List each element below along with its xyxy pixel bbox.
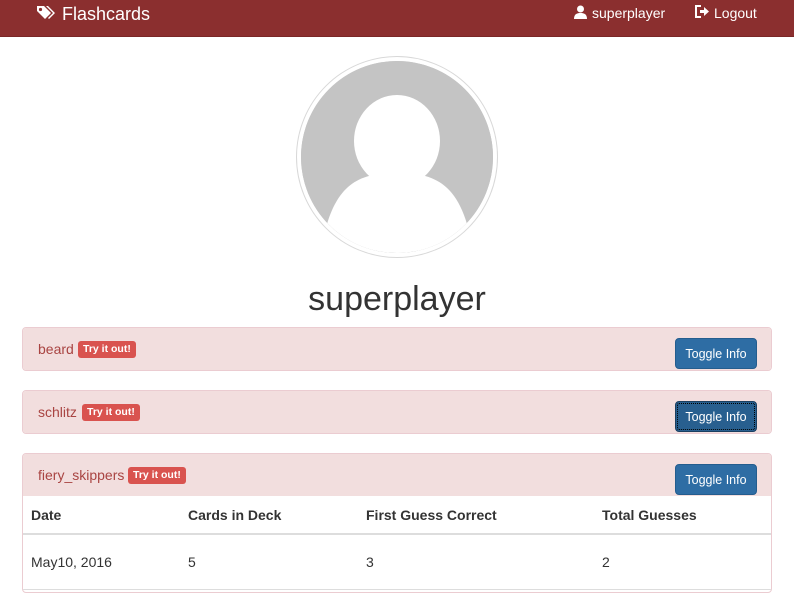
logout-link[interactable]: Logout xyxy=(695,0,757,26)
deck-name: beard xyxy=(38,341,74,357)
brand-label: Flashcards xyxy=(62,3,151,24)
navbar: Flashcards superplayer Logout xyxy=(0,0,794,37)
deck-panel-expanded: fiery_skippers Try it out! Toggle Info D… xyxy=(22,453,772,593)
deck-panel: schlitz Try it out! Toggle Info xyxy=(22,390,772,434)
logout-icon xyxy=(695,5,709,21)
toggle-info-button[interactable]: Toggle Info xyxy=(675,401,757,432)
avatar xyxy=(297,57,497,257)
nav-user-link[interactable]: superplayer xyxy=(574,0,665,26)
deck-panel-heading: schlitz Try it out! Toggle Info xyxy=(23,391,771,433)
try-it-out-badge[interactable]: Try it out! xyxy=(78,341,136,358)
deck-panel-heading: beard Try it out! Toggle Info xyxy=(23,328,771,370)
toggle-info-button[interactable]: Toggle Info xyxy=(675,464,757,495)
profile-username: superplayer xyxy=(308,280,486,318)
cell-first-guess-correct: 3 xyxy=(358,534,594,590)
cell-cards-in-deck: 5 xyxy=(180,534,358,590)
cell-date: May10, 2016 xyxy=(23,534,180,590)
logout-label: Logout xyxy=(714,5,757,21)
nav-user-label: superplayer xyxy=(592,5,666,21)
cell-total-guesses: 2 xyxy=(594,534,771,590)
column-header-first-guess-correct: First Guess Correct xyxy=(358,496,594,535)
deck-stats-table: Date Cards in Deck First Guess Correct T… xyxy=(23,496,771,590)
user-icon xyxy=(574,5,587,22)
deck-panel: beard Try it out! Toggle Info xyxy=(22,327,772,371)
try-it-out-badge[interactable]: Try it out! xyxy=(128,467,186,484)
deck-panel-heading: fiery_skippers Try it out! Toggle Info xyxy=(23,454,771,496)
deck-name: schlitz xyxy=(38,404,77,420)
toggle-info-button[interactable]: Toggle Info xyxy=(675,338,757,369)
table-row: May10, 2016 5 3 2 xyxy=(23,534,771,590)
column-header-date: Date xyxy=(23,496,180,535)
column-header-cards-in-deck: Cards in Deck xyxy=(180,496,358,535)
try-it-out-badge[interactable]: Try it out! xyxy=(82,404,140,421)
default-avatar-icon xyxy=(301,61,493,253)
brand-link[interactable]: Flashcards xyxy=(36,0,150,28)
tags-icon xyxy=(36,5,58,23)
column-header-total-guesses: Total Guesses xyxy=(594,496,771,535)
deck-name: fiery_skippers xyxy=(38,467,125,483)
table-header-row: Date Cards in Deck First Guess Correct T… xyxy=(23,496,771,535)
